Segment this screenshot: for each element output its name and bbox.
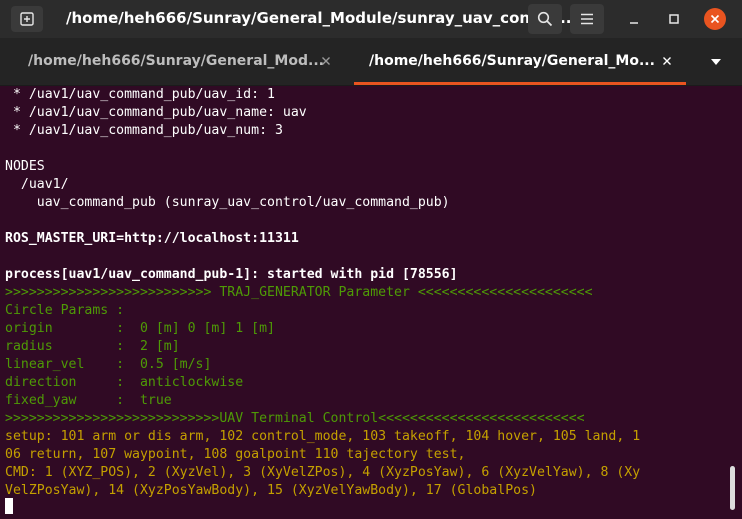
terminal-line: linear_vel : 0.5 [m/s] (5, 357, 212, 372)
menu-button[interactable] (570, 4, 604, 34)
tab-2-close-button[interactable] (657, 51, 677, 71)
maximize-icon (669, 14, 679, 24)
minimize-button[interactable] (624, 9, 644, 29)
new-tab-button[interactable] (11, 6, 43, 32)
terminal-line: fixed_yaw : true (5, 393, 172, 408)
terminal-line: ROS_MASTER_URI=http://localhost:11311 (5, 231, 299, 246)
terminal-line: * /uav1/uav_command_pub/uav_num: 3 (5, 123, 283, 138)
terminal-line: NODES (5, 159, 45, 174)
terminal-line: VelZPosYaw), 14 (XyzPosYawBody), 15 (Xyz… (5, 483, 537, 498)
hamburger-icon (581, 13, 593, 25)
tab-2-label: /home/heh666/Sunray/General_Mo... (369, 53, 655, 69)
maximize-button[interactable] (664, 9, 684, 29)
chevron-down-icon (711, 59, 721, 65)
header-bar: /home/heh666/Sunray/General_Module/sunra… (0, 0, 742, 38)
new-tab-icon (20, 12, 34, 26)
tab-1-close-button[interactable] (316, 51, 336, 71)
terminal-line: 06 return, 107 waypoint, 108 goalpoint 1… (5, 447, 466, 462)
terminal-line: >>>>>>>>>>>>>>>>>>>>>>>>>> TRAJ_GENERATO… (5, 285, 593, 300)
terminal-line: radius : 2 [m] (5, 339, 180, 354)
close-icon (322, 57, 330, 65)
terminal-line: origin : 0 [m] 0 [m] 1 [m] (5, 321, 275, 336)
scrollbar-thumb[interactable] (730, 466, 735, 510)
tab-2[interactable]: /home/heh666/Sunray/General_Mo... (354, 38, 686, 85)
terminal-line: * /uav1/uav_command_pub/uav_id: 1 (5, 87, 275, 102)
terminal-cursor (5, 498, 13, 514)
close-icon (663, 57, 671, 65)
close-button[interactable] (704, 8, 726, 30)
terminal-line: Circle Params : (5, 303, 125, 318)
tab-bar: /home/heh666/Sunray/General_Mod... /home… (0, 38, 742, 86)
window-title: /home/heh666/Sunray/General_Module/sunra… (66, 9, 578, 27)
terminal-line: CMD: 1 (XYZ_POS), 2 (XyzVel), 3 (XyVelZP… (5, 465, 641, 480)
close-icon (710, 14, 720, 24)
search-icon (537, 11, 553, 27)
terminal-line: process[uav1/uav_command_pub-1]: started… (5, 267, 458, 282)
terminal-line: /uav1/ (5, 177, 69, 192)
active-tab-indicator (354, 82, 686, 85)
terminal-line: >>>>>>>>>>>>>>>>>>>>>>>>>>>UAV Terminal … (5, 411, 585, 426)
tab-list-dropdown-button[interactable] (704, 52, 728, 72)
terminal-line: setup: 101 arm or dis arm, 102 control_m… (5, 429, 641, 444)
minimize-icon (630, 22, 638, 24)
terminal-line: * /uav1/uav_command_pub/uav_name: uav (5, 105, 307, 120)
terminal-line: uav_command_pub (sunray_uav_control/uav_… (5, 195, 450, 210)
search-button[interactable] (528, 4, 562, 34)
tab-1-label: /home/heh666/Sunray/General_Mod... (28, 53, 324, 69)
tab-1[interactable]: /home/heh666/Sunray/General_Mod... (0, 38, 354, 85)
terminal-output[interactable]: * /uav1/uav_command_pub/uav_id: 1 * /uav… (0, 86, 742, 519)
terminal-line: direction : anticlockwise (5, 375, 244, 390)
